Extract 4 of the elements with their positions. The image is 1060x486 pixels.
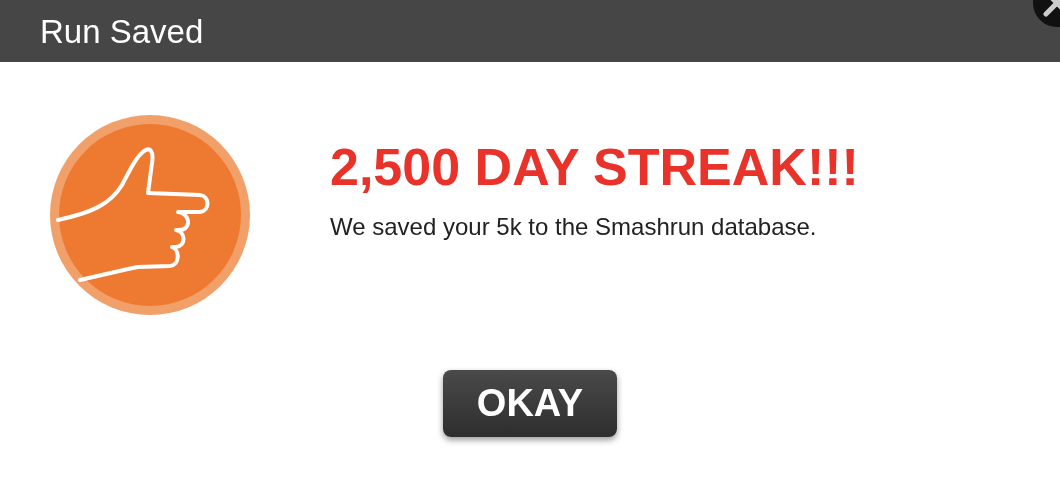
okay-button[interactable]: OKAY: [443, 370, 617, 437]
streak-heading: 2,500 DAY STREAK!!!: [330, 141, 859, 193]
save-message: We saved your 5k to the Smashrun database.: [330, 215, 818, 239]
dialog-title: Run Saved: [40, 14, 204, 48]
